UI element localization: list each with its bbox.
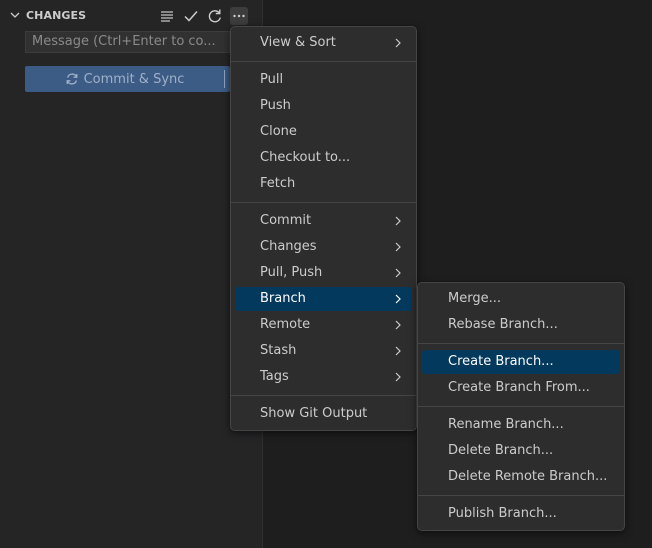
button-divider bbox=[224, 70, 225, 88]
submenu-chevron-icon bbox=[395, 38, 401, 48]
submenu-chevron-icon bbox=[395, 268, 401, 278]
submenu-chevron-icon bbox=[395, 346, 401, 356]
submenu-chevron-icon bbox=[395, 320, 401, 330]
menu-separator bbox=[231, 61, 416, 62]
menu-item-branch[interactable]: Branch bbox=[235, 287, 412, 311]
commit-check-icon[interactable] bbox=[182, 7, 200, 25]
menu-item-pull-push[interactable]: Pull, Push bbox=[235, 261, 412, 285]
menu-item-push[interactable]: Push bbox=[235, 94, 412, 118]
commit-button-label: Commit & Sync bbox=[83, 71, 185, 87]
menu-item-stash[interactable]: Stash bbox=[235, 339, 412, 363]
menu-item-tags[interactable]: Tags bbox=[235, 365, 412, 389]
branch-submenu: Merge... Rebase Branch... Create Branch.… bbox=[417, 282, 625, 531]
menu-item-delete-remote-branch[interactable]: Delete Remote Branch... bbox=[422, 465, 620, 489]
menu-item-fetch[interactable]: Fetch bbox=[235, 172, 412, 196]
menu-item-create-branch-from[interactable]: Create Branch From... bbox=[422, 376, 620, 400]
commit-message-input[interactable]: Message (Ctrl+Enter to co... bbox=[25, 31, 230, 53]
menu-item-rebase-branch[interactable]: Rebase Branch... bbox=[422, 313, 620, 337]
menu-separator bbox=[418, 343, 624, 344]
section-title: CHANGES bbox=[26, 9, 87, 22]
menu-item-checkout-to[interactable]: Checkout to... bbox=[235, 146, 412, 170]
submenu-chevron-icon bbox=[395, 242, 401, 252]
menu-item-pull[interactable]: Pull bbox=[235, 68, 412, 92]
commit-and-sync-button[interactable]: Commit & Sync bbox=[25, 66, 230, 92]
more-actions-menu: View & Sort Pull Push Clone Checkout to.… bbox=[230, 26, 417, 431]
menu-item-publish-branch[interactable]: Publish Branch... bbox=[422, 502, 620, 526]
menu-separator bbox=[418, 406, 624, 407]
sync-icon bbox=[66, 73, 78, 85]
menu-item-remote[interactable]: Remote bbox=[235, 313, 412, 337]
submenu-chevron-icon bbox=[395, 216, 401, 226]
more-actions-icon[interactable] bbox=[230, 7, 248, 25]
menu-item-delete-branch[interactable]: Delete Branch... bbox=[422, 439, 620, 463]
chevron-down-icon[interactable] bbox=[9, 9, 21, 21]
submenu-chevron-icon bbox=[395, 372, 401, 382]
menu-item-view-sort[interactable]: View & Sort bbox=[235, 31, 412, 55]
view-as-tree-icon[interactable] bbox=[158, 7, 176, 25]
source-control-panel: CHANGES Message (Ctrl+Enter to co... Com… bbox=[0, 0, 263, 548]
menu-item-rename-branch[interactable]: Rename Branch... bbox=[422, 413, 620, 437]
menu-separator bbox=[231, 395, 416, 396]
menu-item-commit[interactable]: Commit bbox=[235, 209, 412, 233]
changes-section-header[interactable]: CHANGES bbox=[0, 6, 262, 26]
menu-item-clone[interactable]: Clone bbox=[235, 120, 412, 144]
menu-item-create-branch[interactable]: Create Branch... bbox=[422, 350, 620, 374]
menu-separator bbox=[231, 202, 416, 203]
menu-item-show-git-output[interactable]: Show Git Output bbox=[235, 402, 412, 426]
menu-item-changes[interactable]: Changes bbox=[235, 235, 412, 259]
submenu-chevron-icon bbox=[395, 294, 401, 304]
refresh-icon[interactable] bbox=[206, 7, 224, 25]
menu-separator bbox=[418, 495, 624, 496]
menu-item-merge[interactable]: Merge... bbox=[422, 287, 620, 311]
